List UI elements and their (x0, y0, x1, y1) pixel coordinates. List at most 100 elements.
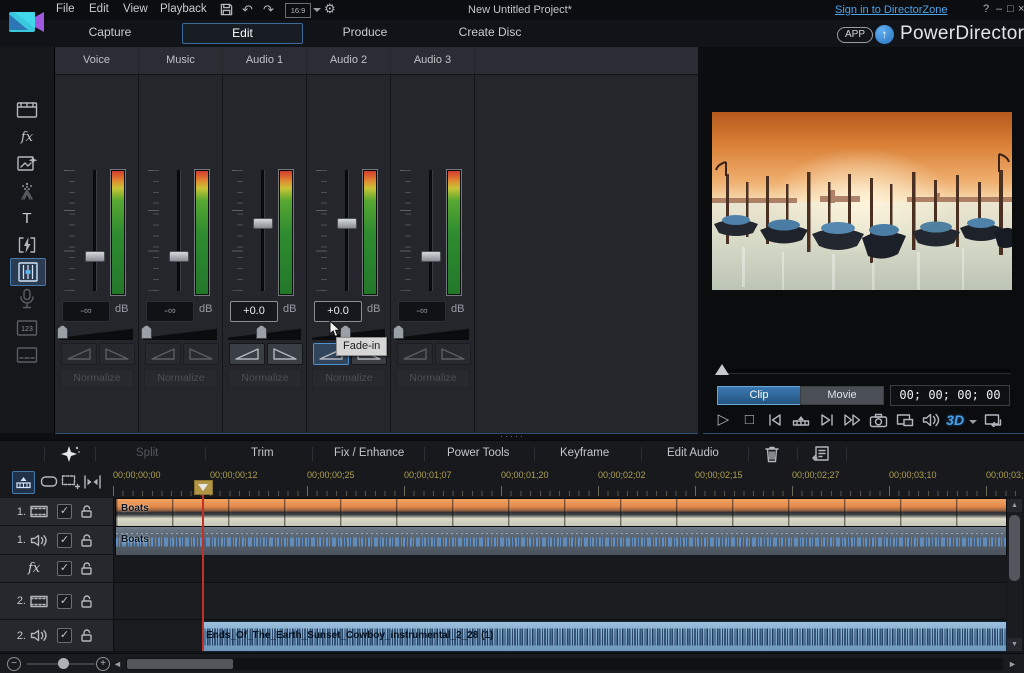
save-icon[interactable] (220, 3, 233, 16)
previous-frame-button[interactable] (765, 410, 786, 430)
playhead-marker[interactable] (194, 480, 213, 495)
range-select-tool-icon[interactable] (38, 471, 59, 492)
subtitle-room-icon[interactable] (10, 342, 44, 368)
chapter-room-icon[interactable]: 123 (10, 315, 44, 341)
volume-fader-handle[interactable] (253, 218, 273, 229)
add-track-tool-icon[interactable] (60, 471, 81, 492)
signin-link[interactable]: Sign in to DirectorZone (835, 4, 948, 16)
normalize-button[interactable]: Normalize (60, 369, 134, 388)
media-room-icon[interactable] (10, 97, 44, 123)
fade-out-button[interactable] (435, 343, 471, 365)
help-button[interactable]: ? (983, 3, 989, 15)
tab-capture[interactable]: Capture (60, 23, 160, 42)
video-clip-boats[interactable]: Boats (115, 498, 1007, 527)
track-lock-icon[interactable] (80, 594, 93, 609)
edit-audio-button[interactable]: Edit Audio (667, 447, 719, 459)
track-enable-checkbox[interactable]: ✓ (57, 561, 72, 576)
title-room-icon[interactable]: T (10, 205, 44, 231)
tab-edit[interactable]: Edit (182, 23, 303, 44)
next-frame-button[interactable] (817, 410, 838, 430)
voiceover-room-icon[interactable] (10, 286, 44, 312)
master-gain-slider[interactable] (60, 328, 133, 340)
track-lane-audio2[interactable]: Ends_Of_The_Earth_Sunset_Cowboy_instrume… (114, 620, 1006, 652)
stop-button[interactable]: □ (739, 410, 760, 430)
preview-window-icon[interactable] (894, 410, 915, 430)
trash-icon[interactable] (764, 445, 780, 463)
vertical-scroll-thumb[interactable] (1009, 515, 1020, 581)
snap-trim-tool-icon[interactable] (82, 471, 103, 492)
volume-fader-handle[interactable] (85, 251, 105, 262)
normalize-button[interactable]: Normalize (228, 369, 302, 388)
scroll-down-icon[interactable]: ▼ (1007, 638, 1022, 651)
fast-forward-button[interactable] (843, 410, 864, 430)
clip-mode-button[interactable]: Clip (717, 386, 801, 405)
track-lane-audio1[interactable]: Boats (114, 526, 1006, 555)
gear-icon[interactable]: ⚙ (324, 1, 336, 17)
volume-fader-track[interactable] (177, 170, 181, 291)
export-to-library-icon[interactable] (812, 445, 830, 462)
scroll-up-icon[interactable]: ▲ (1007, 499, 1022, 512)
track-lock-icon[interactable] (80, 533, 93, 548)
tab-create-disc[interactable]: Create Disc (440, 23, 540, 42)
3d-mode-button[interactable]: 3D (946, 412, 964, 428)
redo-icon[interactable]: ↷ (263, 2, 274, 18)
zoom-in-icon[interactable]: + (96, 657, 110, 671)
fade-in-button[interactable] (61, 343, 97, 365)
pip-objects-room-icon[interactable] (10, 151, 44, 177)
master-gain-slider[interactable] (144, 328, 217, 340)
fade-out-button[interactable] (99, 343, 135, 365)
volume-fader-track[interactable] (93, 170, 97, 291)
fade-in-button[interactable] (397, 343, 433, 365)
gain-value[interactable]: -∞ (398, 301, 446, 322)
normalize-button[interactable]: Normalize (312, 369, 386, 388)
scroll-left-icon[interactable]: ◄ (113, 658, 122, 670)
audio-clip-boats[interactable]: Boats (115, 526, 1007, 556)
transition-room-icon[interactable] (10, 232, 44, 258)
track-lock-icon[interactable] (80, 628, 93, 643)
tab-produce[interactable]: Produce (315, 23, 415, 42)
master-gain-handle[interactable] (57, 325, 68, 339)
master-gain-handle[interactable] (141, 325, 152, 339)
trim-button[interactable]: Trim (251, 447, 274, 459)
preview-seek-handle[interactable] (715, 364, 729, 375)
timeline-vertical-scrollbar[interactable]: ▲ ▼ (1007, 499, 1022, 651)
timecode-display[interactable]: 00; 00; 00; 00 (890, 385, 1010, 406)
menu-playback[interactable]: Playback (160, 3, 207, 15)
fade-out-button[interactable] (183, 343, 219, 365)
snapshot-camera-icon[interactable] (868, 410, 889, 430)
normalize-button[interactable]: Normalize (144, 369, 218, 388)
timeline-ruler-tool-icon[interactable] (12, 471, 35, 494)
gain-value[interactable]: +0.0 (314, 301, 362, 322)
normalize-button[interactable]: Normalize (396, 369, 470, 388)
volume-fader-handle[interactable] (337, 218, 357, 229)
preview-seekbar[interactable] (719, 369, 1011, 374)
play-button[interactable]: ▷ (713, 410, 734, 430)
master-gain-slider[interactable] (396, 328, 469, 340)
audio-mixing-room-icon[interactable] (10, 258, 46, 286)
resize-preview-icon[interactable] (982, 410, 1003, 430)
effects-room-icon[interactable]: fx (10, 124, 44, 150)
scroll-right-icon[interactable]: ► (1008, 658, 1017, 670)
timeline-horizontal-scrollbar[interactable] (126, 658, 1003, 670)
track-lock-icon[interactable] (80, 561, 93, 576)
menu-edit[interactable]: Edit (89, 3, 109, 15)
track-enable-checkbox[interactable]: ✓ (57, 504, 72, 519)
timeline-ruler[interactable]: 00;00;00;00 00;00;00;12 00;00;00;25 00;0… (113, 467, 1024, 497)
minimize-button[interactable]: – (996, 3, 1002, 15)
track-lock-icon[interactable] (80, 504, 93, 519)
zoom-slider-handle[interactable] (58, 658, 69, 669)
undo-icon[interactable]: ↶ (242, 2, 253, 18)
zoom-out-icon[interactable]: − (7, 657, 21, 671)
keyframe-button[interactable]: Keyframe (560, 447, 609, 459)
master-gain-handle[interactable] (393, 325, 404, 339)
volume-speaker-icon[interactable] (920, 410, 941, 430)
fade-out-button[interactable] (267, 343, 303, 365)
master-gain-handle[interactable] (256, 325, 267, 339)
3d-dropdown-icon[interactable] (969, 420, 977, 424)
app-badge[interactable]: APP (837, 27, 873, 43)
track-lane-video2[interactable] (114, 583, 1006, 620)
fix-enhance-button[interactable]: Fix / Enhance (334, 447, 404, 459)
fade-in-button[interactable] (229, 343, 265, 365)
volume-fader-handle[interactable] (169, 251, 189, 262)
step-seek-button[interactable] (791, 410, 812, 430)
